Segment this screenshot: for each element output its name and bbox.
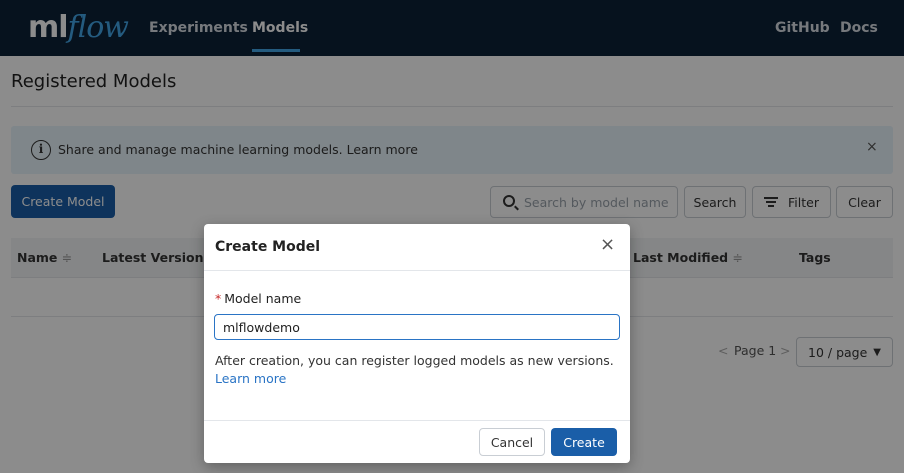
cancel-button[interactable]: Cancel (479, 428, 545, 456)
model-name-label: * Model name (215, 291, 302, 306)
model-name-input[interactable] (214, 314, 620, 340)
close-icon[interactable]: × (600, 236, 615, 254)
help-text: After creation, you can register logged … (215, 353, 614, 386)
create-model-dialog: Create Model × *Model name After creatio… (204, 224, 630, 463)
modal-header-divider (204, 270, 630, 271)
required-mark: * (215, 291, 222, 306)
learn-more-link[interactable]: Learn more (215, 371, 286, 386)
create-button[interactable]: Create (551, 428, 617, 456)
modal-footer-divider (204, 420, 630, 421)
modal-title: Create Model (215, 239, 321, 255)
